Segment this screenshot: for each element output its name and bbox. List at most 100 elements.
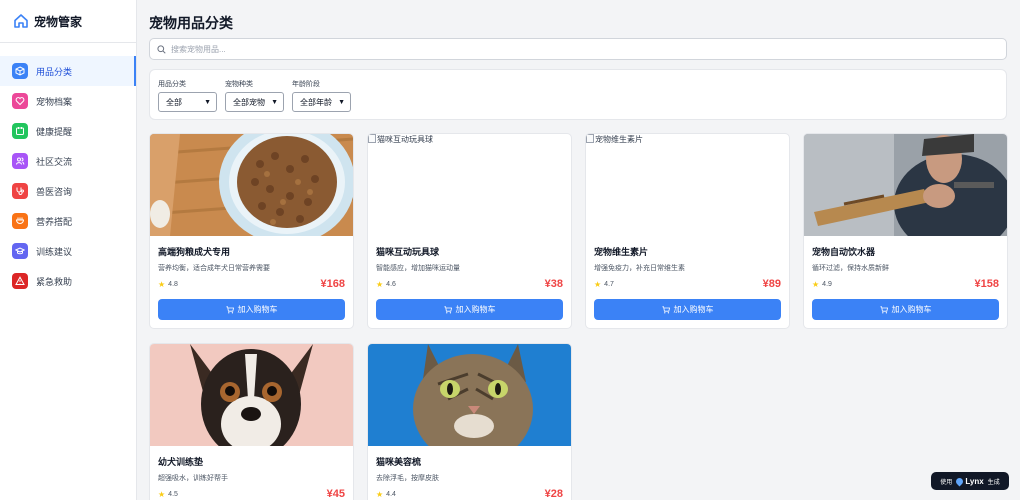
product-card[interactable]: 幼犬训练垫 超强吸水，训练好帮手 ★ 4.5 ¥45 [149, 343, 354, 500]
cube-icon [12, 63, 28, 79]
product-card[interactable]: 宠物维生素片 宠物维生素片 增强免疫力，补充日常维生素 ★ 4.7 ¥89 加入购… [585, 133, 790, 329]
filter-category: 用品分类 全部 ▼ [158, 79, 217, 112]
sidebar-item-label: 训练建议 [36, 246, 73, 257]
product-rating: ★ 4.4 [376, 490, 396, 499]
graduation-cap-icon [12, 243, 28, 259]
sidebar-item-label: 营养搭配 [36, 216, 73, 227]
sidebar-item-training[interactable]: 训练建议 [0, 236, 136, 266]
badge-brand: Lynx [965, 476, 984, 486]
sidebar-item-health[interactable]: 健康提醒 [0, 116, 136, 146]
sidebar-item-supplies[interactable]: 用品分类 [0, 56, 136, 86]
sidebar-item-vet[interactable]: 兽医咨询 [0, 176, 136, 206]
sidebar-item-label: 宠物档案 [36, 96, 73, 107]
add-to-cart-button[interactable]: 加入购物车 [594, 299, 781, 320]
cat-photo [368, 344, 571, 446]
filter-pet-type: 宠物种类 全部宠物 ▼ [225, 79, 284, 112]
users-icon [12, 153, 28, 169]
product-card[interactable]: 猫咪互动玩具球 猫咪互动玩具球 智能感应，增加猫咪运动量 ★ 4.6 ¥38 加入… [367, 133, 572, 329]
broken-image-icon [368, 134, 376, 143]
app-name: 宠物管家 [34, 14, 83, 29]
product-card[interactable]: 猫咪美容梳 去除浮毛，按摩皮肤 ★ 4.4 ¥28 [367, 343, 572, 500]
search-icon [157, 44, 166, 54]
puppy-photo [150, 344, 353, 446]
home-icon [14, 14, 28, 28]
product-desc: 去除浮毛，按摩皮肤 [376, 475, 439, 482]
rating-value: 4.6 [386, 281, 396, 288]
warning-icon [12, 273, 28, 289]
sidebar-item-community[interactable]: 社区交流 [0, 146, 136, 176]
product-name: 幼犬训练垫 [158, 457, 204, 467]
sidebar: 宠物管家 用品分类 宠物档案 健康提醒 社区交流 兽医咨询 营养搭配 训练建议 … [0, 0, 137, 500]
cart-icon [661, 305, 670, 313]
star-icon: ★ [594, 280, 602, 289]
badge-prefix: 使用 [940, 479, 953, 486]
product-name: 宠物自动饮水器 [812, 247, 876, 257]
add-to-cart-button[interactable]: 加入购物车 [158, 299, 345, 320]
calendar-icon [12, 123, 28, 139]
rating-value: 4.8 [168, 281, 178, 288]
product-desc: 营养均衡，适合成年犬日常营养需要 [158, 265, 270, 272]
cart-icon [879, 305, 888, 313]
sidebar-item-pet-profile[interactable]: 宠物档案 [0, 86, 136, 116]
brand: 宠物管家 [0, 0, 136, 43]
add-to-cart-button[interactable]: 加入购物车 [376, 299, 563, 320]
button-label: 加入购物车 [891, 305, 932, 314]
filter-label: 宠物种类 [225, 81, 253, 88]
product-name: 猫咪美容梳 [376, 457, 422, 467]
star-icon: ★ [812, 280, 820, 289]
sidebar-item-label: 用品分类 [36, 66, 73, 77]
image-alt-text: 猫咪互动玩具球 [377, 135, 433, 144]
select-value: 全部 [166, 97, 182, 107]
water-device-photo [804, 134, 1007, 236]
bowl-icon [12, 213, 28, 229]
product-card[interactable]: 高端狗粮成犬专用 营养均衡，适合成年犬日常营养需要 ★ 4.8 ¥168 加入购物… [149, 133, 354, 329]
cart-icon [225, 305, 234, 313]
rating-value: 4.7 [604, 281, 614, 288]
sidebar-item-emergency[interactable]: 紧急救助 [0, 266, 136, 296]
dog-food-photo [150, 134, 353, 236]
button-label: 加入购物车 [455, 305, 496, 314]
chevron-down-icon: ▼ [204, 98, 211, 106]
stethoscope-icon [12, 183, 28, 199]
filter-label: 年龄阶段 [292, 81, 320, 88]
search-input[interactable] [171, 44, 936, 54]
product-desc: 增强免疫力，补充日常维生素 [594, 265, 685, 272]
product-name: 猫咪互动玩具球 [376, 247, 440, 257]
product-rating: ★ 4.6 [376, 280, 396, 289]
rating-value: 4.4 [386, 491, 396, 498]
product-price: ¥28 [544, 488, 563, 500]
product-card[interactable]: 宠物自动饮水器 循环过滤，保持水质新鲜 ★ 4.9 ¥158 加入购物车 [803, 133, 1008, 329]
add-to-cart-button[interactable]: 加入购物车 [812, 299, 999, 320]
filter-label: 用品分类 [158, 81, 186, 88]
image-alt-text: 宠物维生素片 [595, 135, 643, 144]
heart-icon [12, 93, 28, 109]
product-desc: 智能感应，增加猫咪运动量 [376, 265, 460, 272]
star-icon: ★ [158, 280, 166, 289]
product-rating: ★ 4.7 [594, 280, 614, 289]
product-price: ¥45 [326, 488, 345, 500]
product-rating: ★ 4.8 [158, 280, 178, 289]
badge-suffix: 生成 [987, 479, 1000, 486]
search-box[interactable] [149, 38, 1007, 60]
pet-type-select[interactable]: 全部宠物 ▼ [225, 92, 284, 112]
sidebar-item-nutrition[interactable]: 营养搭配 [0, 206, 136, 236]
category-select[interactable]: 全部 ▼ [158, 92, 217, 112]
product-name: 宠物维生素片 [594, 247, 649, 257]
age-select[interactable]: 全部年龄 ▼ [292, 92, 351, 112]
rating-value: 4.5 [168, 491, 178, 498]
product-price: ¥168 [320, 278, 345, 290]
select-value: 全部宠物 [233, 97, 265, 107]
rating-value: 4.9 [822, 281, 832, 288]
star-icon: ★ [158, 490, 166, 499]
product-price: ¥89 [762, 278, 781, 290]
broken-image: 宠物维生素片 [586, 134, 789, 236]
generated-by-badge[interactable]: 使用 Lynx 生成 [931, 472, 1009, 490]
page-title: 宠物用品分类 [149, 15, 233, 31]
star-icon: ★ [376, 280, 384, 289]
sidebar-item-label: 紧急救助 [36, 276, 73, 287]
sidebar-nav: 用品分类 宠物档案 健康提醒 社区交流 兽医咨询 营养搭配 训练建议 紧急救助 [0, 43, 136, 296]
sidebar-item-label: 兽医咨询 [36, 186, 73, 197]
product-rating: ★ 4.9 [812, 280, 832, 289]
sidebar-item-label: 社区交流 [36, 156, 73, 167]
filter-age: 年龄阶段 全部年龄 ▼ [292, 79, 351, 112]
